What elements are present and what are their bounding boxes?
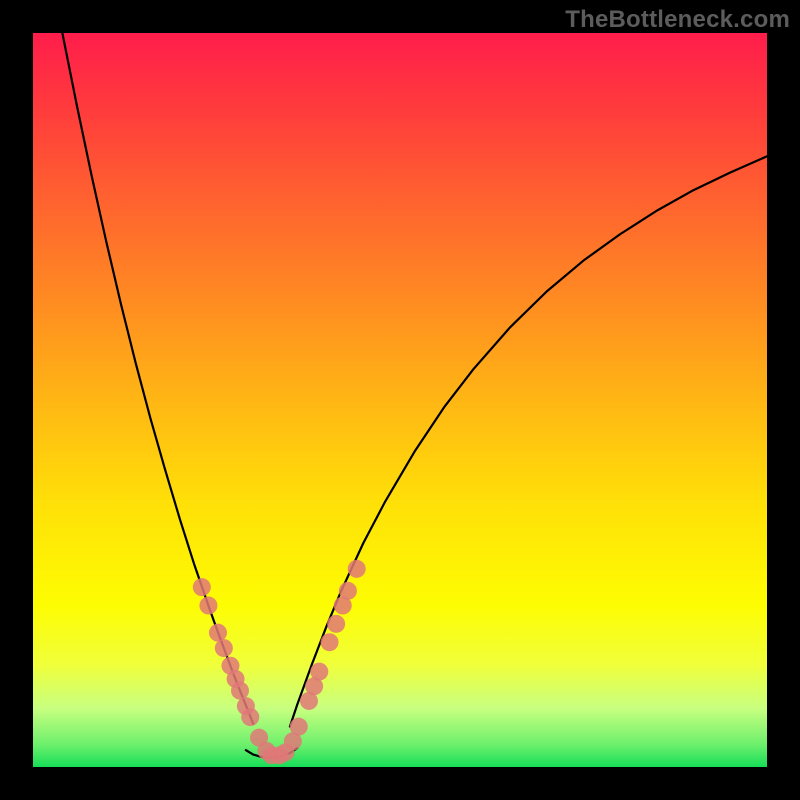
highlight-dot: [241, 708, 259, 726]
plot-svg: [33, 33, 767, 767]
highlight-dot: [231, 682, 249, 700]
highlight-dot: [290, 718, 308, 736]
highlight-dot: [327, 615, 345, 633]
highlight-dot: [199, 597, 217, 615]
highlight-dot: [215, 639, 233, 657]
highlight-dot: [310, 663, 328, 681]
highlight-dot: [209, 624, 227, 642]
highlight-dot: [193, 578, 211, 596]
curve-right-curve: [290, 156, 767, 726]
plot-area: [33, 33, 767, 767]
watermark-label: TheBottleneck.com: [565, 6, 790, 34]
highlight-dot: [339, 582, 357, 600]
highlight-dot: [348, 560, 366, 578]
chart-frame: TheBottleneck.com: [0, 0, 800, 800]
highlight-dot: [321, 633, 339, 651]
curve-left-curve: [62, 33, 253, 724]
